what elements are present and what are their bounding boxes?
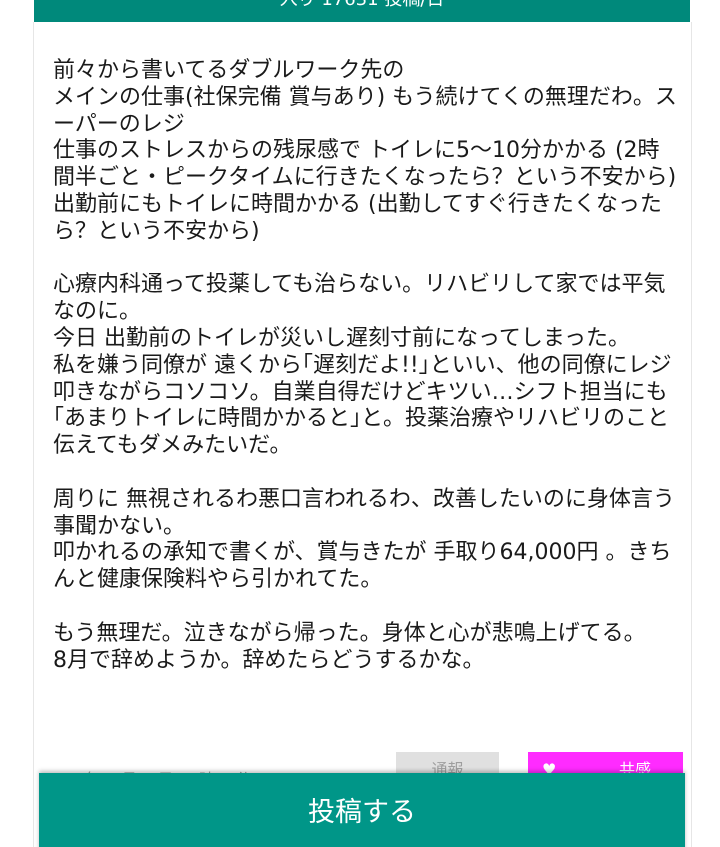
post-body: 前々から書いてるダブルワーク先の メインの仕事(社保完備 賞与あり) もう続けて… xyxy=(53,58,677,673)
header-title: 入り 17631 投稿/日 xyxy=(280,0,445,18)
submit-post-button[interactable]: 投稿する xyxy=(39,773,685,847)
page: 入り 17631 投稿/日 前々から書いてるダブルワーク先の メインの仕事(社保… xyxy=(0,0,720,847)
header-bar: 入り 17631 投稿/日 xyxy=(34,0,690,22)
